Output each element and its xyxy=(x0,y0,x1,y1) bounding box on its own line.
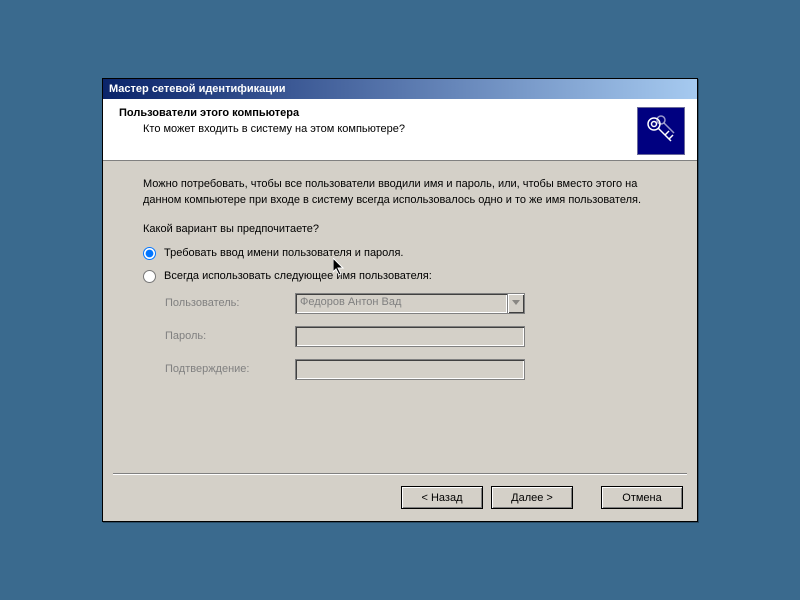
cancel-button[interactable]: Отмена xyxy=(601,486,683,509)
header-title: Пользователи этого компьютера xyxy=(119,107,681,119)
wizard-dialog: Мастер сетевой идентификации Пользовател… xyxy=(102,78,698,522)
header-subtitle: Кто может входить в систему на этом комп… xyxy=(143,123,681,135)
user-combo-value: Федоров Антон Вад xyxy=(295,293,507,314)
confirm-label: Подтверждение: xyxy=(165,363,295,375)
password-input xyxy=(295,326,525,347)
user-combo-button xyxy=(507,293,525,314)
password-row: Пароль: xyxy=(165,326,657,347)
radio-auto-login[interactable]: Всегда использовать следующее имя пользо… xyxy=(143,270,657,283)
password-label: Пароль: xyxy=(165,330,295,342)
wizard-header: Пользователи этого компьютера Кто может … xyxy=(103,99,697,161)
intro-paragraph: Можно потребовать, чтобы все пользовател… xyxy=(143,177,657,209)
wizard-buttons: < Назад Далее > Отмена xyxy=(401,486,683,509)
radio-auto-login-label: Всегда использовать следующее имя пользо… xyxy=(164,270,432,282)
radio-auto-login-input[interactable] xyxy=(143,270,156,283)
button-divider xyxy=(113,473,687,475)
radio-require-login-label: Требовать ввод имени пользователя и паро… xyxy=(164,247,403,259)
next-button[interactable]: Далее > xyxy=(491,486,573,509)
button-spacer xyxy=(581,486,593,509)
radio-require-login[interactable]: Требовать ввод имени пользователя и паро… xyxy=(143,247,657,260)
wizard-body: Можно потребовать, чтобы все пользовател… xyxy=(103,161,697,402)
user-label: Пользователь: xyxy=(165,297,295,309)
user-row: Пользователь: Федоров Антон Вад xyxy=(165,293,657,314)
titlebar: Мастер сетевой идентификации xyxy=(103,79,697,99)
credential-fields: Пользователь: Федоров Антон Вад Пароль: … xyxy=(165,293,657,380)
back-button[interactable]: < Назад xyxy=(401,486,483,509)
keys-icon xyxy=(637,107,685,155)
question-text: Какой вариант вы предпочитаете? xyxy=(143,223,657,235)
confirm-input xyxy=(295,359,525,380)
radio-require-login-input[interactable] xyxy=(143,247,156,260)
window-title: Мастер сетевой идентификации xyxy=(109,83,286,95)
user-combo: Федоров Антон Вад xyxy=(295,293,525,314)
confirm-row: Подтверждение: xyxy=(165,359,657,380)
chevron-down-icon xyxy=(512,300,520,306)
